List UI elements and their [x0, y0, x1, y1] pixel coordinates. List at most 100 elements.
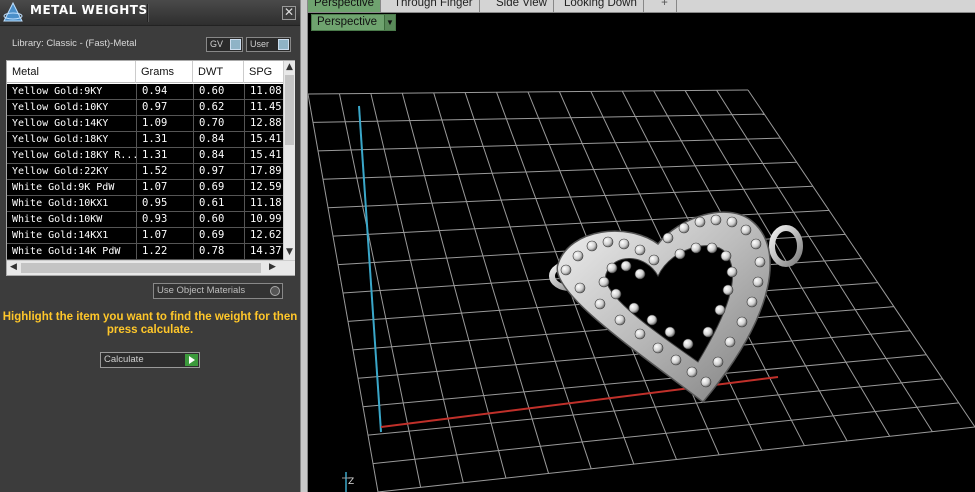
- spg-cell: 15.41: [244, 132, 283, 147]
- title-separator: [147, 4, 149, 22]
- grams-cell: 0.95: [136, 196, 193, 211]
- spg-cell: 15.41: [244, 148, 283, 163]
- table-row[interactable]: White Gold:10KX1 0.95 0.61 11.18: [7, 196, 283, 212]
- tab-looking-down[interactable]: Looking Down: [558, 0, 644, 12]
- grams-cell: 0.97: [136, 100, 193, 115]
- scroll-right-icon[interactable]: ▶: [269, 262, 276, 272]
- spg-cell: 14.37: [244, 244, 283, 259]
- heart-pendant-model[interactable]: [549, 211, 803, 404]
- grams-cell: 1.22: [136, 244, 193, 259]
- dwt-cell: 0.62: [193, 100, 244, 115]
- add-tab-icon[interactable]: +: [653, 0, 677, 12]
- table-row[interactable]: Yellow Gold:10KY 0.97 0.62 11.45: [7, 100, 283, 116]
- table-row[interactable]: Yellow Gold:14KY 1.09 0.70 12.88: [7, 116, 283, 132]
- column-header-dwt[interactable]: DWT: [193, 61, 244, 83]
- dwt-cell: 0.70: [193, 116, 244, 131]
- gv-toggle-label: GV: [210, 39, 224, 49]
- vertical-scroll-thumb[interactable]: [285, 75, 294, 145]
- metal-cell: White Gold:9K PdW: [12, 182, 115, 193]
- panel-title: METAL WEIGHTS: [30, 3, 148, 17]
- table-row[interactable]: Yellow Gold:18KY R... 1.31 0.84 15.41: [7, 148, 283, 164]
- metal-cell: Yellow Gold:18KY R...: [12, 150, 136, 161]
- grams-cell: 1.31: [136, 132, 193, 147]
- panel-splitter[interactable]: [300, 0, 308, 492]
- table-row[interactable]: Yellow Gold:18KY 1.31 0.84 15.41: [7, 132, 283, 148]
- tab-through-finger[interactable]: Through Finger: [388, 0, 480, 12]
- grams-cell: 1.07: [136, 228, 193, 243]
- dwt-cell: 0.69: [193, 228, 244, 243]
- dwt-cell: 0.84: [193, 148, 244, 163]
- calculate-label: Calculate: [104, 354, 144, 365]
- spg-cell: 12.62: [244, 228, 283, 243]
- grams-cell: 1.09: [136, 116, 193, 131]
- scroll-up-icon[interactable]: ▲: [286, 62, 293, 72]
- toggle-knob-icon: [230, 39, 241, 50]
- metal-cell: White Gold:10KW: [12, 214, 103, 225]
- dwt-cell: 0.61: [193, 196, 244, 211]
- table-header: Metal Grams DWT SPG: [7, 61, 283, 83]
- panel-title-bar[interactable]: METAL WEIGHTS ✕: [0, 0, 300, 26]
- spg-cell: 11.45: [244, 100, 283, 115]
- spg-cell: 10.99: [244, 212, 283, 227]
- metal-cell: Yellow Gold:22KY: [12, 166, 109, 177]
- user-toggle[interactable]: User: [246, 37, 291, 52]
- play-arrow-icon: [185, 354, 198, 366]
- spg-cell: 12.59: [244, 180, 283, 195]
- grams-cell: 0.94: [136, 84, 193, 99]
- chevron-down-icon: ▼: [384, 15, 395, 30]
- scroll-down-icon[interactable]: ▼: [286, 247, 293, 257]
- user-toggle-label: User: [250, 39, 270, 49]
- table-row[interactable]: White Gold:10KW 0.93 0.60 10.99: [7, 212, 283, 228]
- dwt-cell: 0.84: [193, 132, 244, 147]
- instruction-text: Highlight the item you want to find the …: [2, 311, 298, 336]
- 3d-viewport[interactable]: Z: [308, 32, 975, 492]
- right-bail-loop: [769, 225, 803, 267]
- use-object-materials-label: Use Object Materials: [157, 285, 246, 296]
- spg-cell: 12.88: [244, 116, 283, 131]
- dwt-cell: 0.97: [193, 164, 244, 179]
- tab-side-view[interactable]: Side View: [490, 0, 554, 12]
- dwt-cell: 0.78: [193, 244, 244, 259]
- grams-cell: 0.93: [136, 212, 193, 227]
- table-row[interactable]: White Gold:14K PdW 1.22 0.78 14.37: [7, 244, 283, 260]
- use-object-materials-toggle[interactable]: Use Object Materials: [153, 283, 283, 299]
- spg-cell: 17.89: [244, 164, 283, 179]
- table-body: Yellow Gold:9KY 0.94 0.60 11.08 Yellow Gold:…: [7, 84, 283, 260]
- dwt-cell: 0.60: [193, 212, 244, 227]
- metal-table: Metal Grams DWT SPG Yellow Gold:9KY 0.94 0…: [6, 60, 295, 276]
- column-header-metal[interactable]: Metal: [7, 61, 136, 83]
- close-icon[interactable]: ✕: [282, 6, 296, 20]
- column-header-grams[interactable]: Grams: [136, 61, 193, 83]
- gv-toggle[interactable]: GV: [206, 37, 243, 52]
- axis-label-z: Z: [348, 477, 354, 487]
- column-header-spg[interactable]: SPG: [244, 61, 284, 83]
- metal-cell: White Gold:10KX1: [12, 198, 109, 209]
- table-row[interactable]: Yellow Gold:22KY 1.52 0.97 17.89: [7, 164, 283, 180]
- dwt-cell: 0.60: [193, 84, 244, 99]
- x-axis-line: [380, 376, 779, 428]
- grams-cell: 1.31: [136, 148, 193, 163]
- tab-perspective[interactable]: Perspective: [308, 0, 382, 12]
- table-row[interactable]: Yellow Gold:9KY 0.94 0.60 11.08: [7, 84, 283, 100]
- library-label: Library: Classic - (Fast)-Metal: [12, 38, 137, 49]
- metal-cell: Yellow Gold:18KY: [12, 134, 109, 145]
- view-mode-dropdown[interactable]: Perspective ▼: [311, 14, 396, 31]
- metal-cell: White Gold:14KX1: [12, 230, 109, 241]
- scroll-left-icon[interactable]: ◀: [10, 262, 17, 272]
- app-logo-icon: [3, 1, 23, 22]
- table-row[interactable]: White Gold:14KX1 1.07 0.69 12.62: [7, 228, 283, 244]
- viewport-tabbar: Perspective Through Finger Side View Loo…: [308, 0, 975, 13]
- metal-cell: Yellow Gold:9KY: [12, 86, 103, 97]
- metal-cell: White Gold:14K PdW: [12, 246, 121, 257]
- grams-cell: 1.07: [136, 180, 193, 195]
- vertical-scrollbar[interactable]: ▲ ▼: [283, 61, 295, 260]
- calculate-button[interactable]: Calculate: [100, 352, 200, 368]
- table-row[interactable]: White Gold:9K PdW 1.07 0.69 12.59: [7, 180, 283, 196]
- toggle-circle-icon: [270, 286, 280, 296]
- horizontal-scroll-thumb[interactable]: [21, 263, 261, 273]
- horizontal-scrollbar[interactable]: ◀ ▶: [7, 260, 295, 275]
- view-mode-label: Perspective: [317, 16, 378, 28]
- metal-cell: Yellow Gold:14KY: [12, 118, 109, 129]
- spg-cell: 11.18: [244, 196, 283, 211]
- metal-weights-panel: METAL WEIGHTS ✕ Library: Classic - (Fast…: [0, 0, 300, 492]
